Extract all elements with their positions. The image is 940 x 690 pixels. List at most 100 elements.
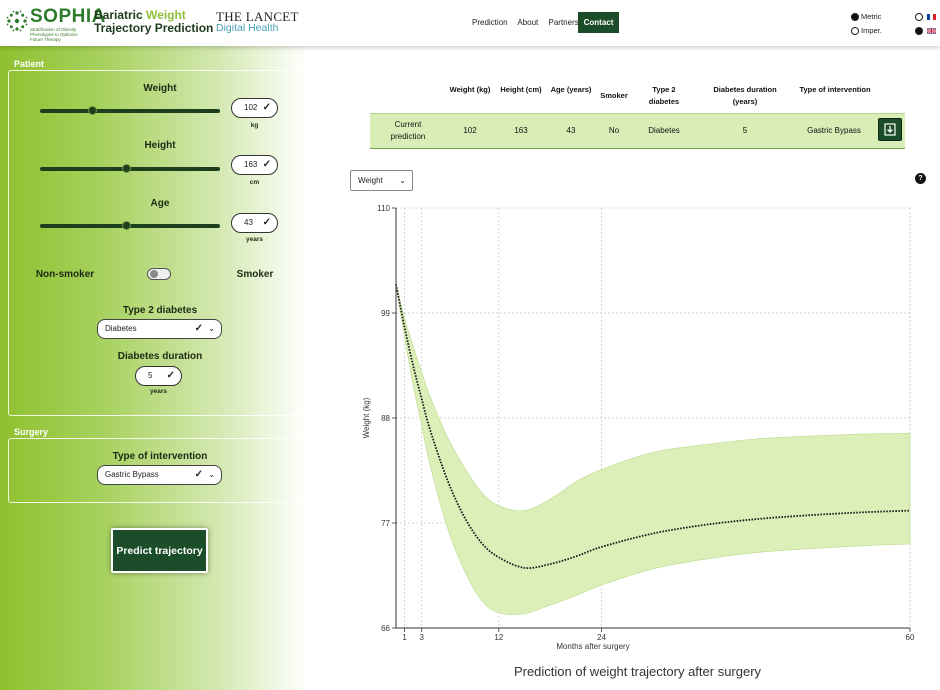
height-value: 163 <box>244 160 258 169</box>
nav-partners[interactable]: Partners <box>549 18 579 27</box>
age-value: 43 <box>244 218 253 227</box>
imperial-radio[interactable] <box>851 27 859 35</box>
table-header-diabetes: Type 2 diabetes <box>648 85 680 106</box>
chevron-down-icon: ⌄ <box>399 176 406 185</box>
age-label: Age <box>150 198 170 209</box>
table-header-duration: Diabetes duration (years) <box>713 85 777 106</box>
download-icon <box>884 123 896 136</box>
table-cell-smoker: No <box>608 126 620 135</box>
weight-slider[interactable] <box>40 106 220 115</box>
metric-radio[interactable] <box>851 13 859 21</box>
check-icon: ✓ <box>194 469 203 480</box>
table-header-age: Age (years) <box>550 85 592 94</box>
variable-value: Weight <box>358 176 383 185</box>
y-tick-label: 77 <box>381 519 390 528</box>
uk-flag-icon[interactable] <box>927 28 936 34</box>
english-language-radio[interactable] <box>915 27 923 35</box>
table-row-label: Current prediction <box>390 120 426 141</box>
sophia-logo-icon <box>6 10 28 32</box>
check-icon: ✓ <box>194 323 203 334</box>
check-icon: ✓ <box>262 159 271 170</box>
y-tick-label: 88 <box>381 414 390 423</box>
app-title-line2: Trajectory Prediction <box>94 21 214 35</box>
weight-input[interactable]: 102 ✓ <box>231 98 278 118</box>
weight-unit: kg <box>250 122 259 129</box>
app-title-part1: Bariatric <box>94 8 147 22</box>
table-cell-weight: 102 <box>463 126 477 135</box>
prediction-line <box>395 284 911 569</box>
y-tick-label: 66 <box>381 624 390 633</box>
help-icon[interactable]: ? <box>915 173 926 184</box>
weight-label: Weight <box>143 83 177 94</box>
top-nav: Prediction About Partners <box>472 18 587 27</box>
diabetes-value: Diabetes <box>105 324 137 333</box>
download-button[interactable] <box>878 118 902 141</box>
french-flag-icon[interactable] <box>927 14 936 20</box>
x-tick-label: 12 <box>494 633 503 642</box>
table-cell-age: 43 <box>566 126 576 135</box>
table-cell-height: 163 <box>514 126 528 135</box>
metric-label: Metric <box>861 12 882 21</box>
smoker-toggle[interactable] <box>147 268 171 280</box>
confidence-band <box>395 284 911 615</box>
nav-prediction[interactable]: Prediction <box>472 18 508 27</box>
toggle-knob <box>150 270 158 278</box>
contact-button[interactable]: Contact <box>578 12 619 33</box>
chevron-down-icon: ⌄ <box>208 324 215 333</box>
age-unit: years <box>246 236 263 243</box>
nonsmoker-label: Non-smoker <box>35 269 95 280</box>
duration-input[interactable]: 5 ✓ <box>135 366 182 386</box>
x-tick-label: 60 <box>906 633 915 642</box>
diabetes-select[interactable]: Diabetes ✓ ⌄ <box>97 319 222 339</box>
height-slider-thumb[interactable] <box>121 164 131 173</box>
smoker-label: Smoker <box>236 269 274 280</box>
diabetes-label: Type 2 diabetes <box>122 305 198 316</box>
table-cell-diabetes: Diabetes <box>648 126 680 135</box>
app-title: Bariatric Weight Trajectory Prediction <box>94 9 213 35</box>
chevron-down-icon: ⌄ <box>208 470 215 479</box>
predict-trajectory-button[interactable]: Predict trajectory <box>111 528 208 573</box>
intervention-label: Type of intervention <box>112 451 208 462</box>
check-icon: ✓ <box>262 217 271 228</box>
surgery-section-title: Surgery <box>14 427 49 437</box>
duration-label: Diabetes duration <box>117 351 203 362</box>
intervention-select[interactable]: Gastric Bypass ✓ ⌄ <box>97 465 222 485</box>
table-cell-intervention: Gastric Bypass <box>807 126 861 135</box>
intervention-value: Gastric Bypass <box>105 470 159 479</box>
height-slider[interactable] <box>40 164 220 173</box>
table-header-smoker: Smoker <box>600 91 628 100</box>
age-slider-thumb[interactable] <box>121 221 131 230</box>
y-axis-label: Weight (kg) <box>362 397 371 438</box>
french-language-radio[interactable] <box>915 13 923 21</box>
table-header-weight: Weight (kg) <box>449 85 491 94</box>
variable-select[interactable]: Weight ⌄ <box>350 170 413 191</box>
chart-grid <box>396 207 911 629</box>
table-cell-duration: 5 <box>742 126 748 135</box>
weight-value: 102 <box>244 103 258 112</box>
nav-about[interactable]: About <box>517 18 538 27</box>
weight-slider-thumb[interactable] <box>87 106 97 115</box>
height-label: Height <box>144 140 176 151</box>
table-header-intervention: Type of intervention <box>799 85 871 94</box>
y-tick-label: 110 <box>377 204 390 213</box>
y-tick-label: 99 <box>381 309 390 318</box>
height-unit: cm <box>249 179 260 186</box>
sidebar: Patient Weight 102 ✓ kg Height 163 ✓ cm … <box>0 46 320 690</box>
check-icon: ✓ <box>166 370 175 381</box>
duration-unit: years <box>150 388 167 395</box>
table-header-height: Height (cm) <box>500 85 542 94</box>
imperial-label: Imper. <box>861 26 882 35</box>
chart-title: Prediction of weight trajectory after su… <box>513 664 762 679</box>
age-slider[interactable] <box>40 221 220 230</box>
header: SOPHIA Stratification of Obesity Phenoty… <box>0 0 940 46</box>
age-input[interactable]: 43 ✓ <box>231 213 278 233</box>
check-icon: ✓ <box>262 102 271 113</box>
lancet-digital-health: Digital Health <box>216 22 279 34</box>
height-input[interactable]: 163 ✓ <box>231 155 278 175</box>
x-tick-label: 3 <box>419 633 424 642</box>
app-title-accent: Weight <box>146 8 186 22</box>
x-tick-label: 1 <box>402 633 407 642</box>
logo-subtitle: Stratification of Obesity Phenotypes to … <box>30 27 78 42</box>
patient-section-title: Patient <box>14 59 45 69</box>
chart-axes: 66 77 88 99 110 1 3 12 24 60 <box>377 204 915 642</box>
